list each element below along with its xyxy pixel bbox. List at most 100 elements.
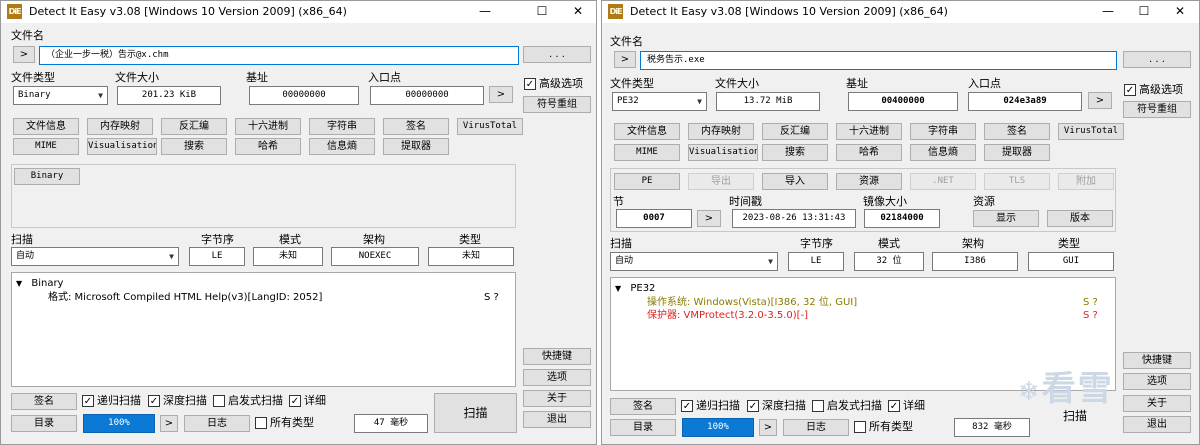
entry-point-field[interactable]: 024e3a89 — [968, 92, 1082, 111]
scan-button[interactable]: 扫描 — [1034, 397, 1116, 437]
entropy-button[interactable]: 信息熵 — [910, 144, 976, 161]
signatures-button[interactable]: 签名 — [383, 118, 449, 135]
history-arrow-button[interactable]: > — [13, 46, 35, 63]
progress-arrow-button[interactable]: > — [160, 415, 178, 432]
visualisation-button[interactable]: Visualisation — [87, 138, 157, 155]
verbose-checkbox[interactable]: ✓ — [289, 395, 301, 407]
file-name-label: 文件名 — [11, 29, 44, 42]
shortcuts-button[interactable]: 快捷键 — [1123, 352, 1191, 369]
search-button[interactable]: 搜索 — [161, 138, 227, 155]
browse-button[interactable]: . . . — [523, 46, 591, 63]
scan-button[interactable]: 扫描 — [434, 393, 517, 433]
pe-button[interactable]: PE — [614, 173, 680, 190]
imports-button[interactable]: 导入 — [762, 173, 828, 190]
memory-map-button[interactable]: 内存映射 — [87, 118, 153, 135]
virustotal-button[interactable]: VirusTotal — [457, 118, 523, 135]
log-button[interactable]: 日志 — [783, 419, 849, 436]
exit-button[interactable]: 退出 — [1123, 416, 1191, 433]
virustotal-button[interactable]: VirusTotal — [1058, 123, 1124, 140]
hex-button[interactable]: 十六进制 — [836, 123, 902, 140]
recursive-checkbox[interactable]: ✓ — [82, 395, 94, 407]
strings-button[interactable]: 字符串 — [309, 118, 375, 135]
log-button[interactable]: 日志 — [184, 415, 250, 432]
expand-icon[interactable]: ▼ — [16, 279, 22, 288]
file-name-label: 文件名 — [610, 35, 643, 48]
heuristic-checkbox[interactable] — [812, 400, 824, 412]
close-button[interactable]: ✕ — [556, 1, 596, 23]
tree-root-row[interactable]: ▼ Binary — [16, 277, 63, 290]
verbose-checkbox[interactable]: ✓ — [888, 400, 900, 412]
exit-button[interactable]: 退出 — [523, 411, 591, 428]
tree-protector-row[interactable]: 保护器: VMProtect(3.2.0-3.5.0)[-] — [647, 309, 808, 322]
chevron-down-icon: ▼ — [768, 257, 773, 266]
memory-map-button[interactable]: 内存映射 — [688, 123, 754, 140]
base-address-field[interactable]: 00000000 — [249, 86, 359, 105]
file-type-select[interactable]: PE32 ▼ — [612, 92, 707, 111]
symbol-reorg-button[interactable]: 符号重组 — [1123, 101, 1191, 118]
entry-point-label: 入口点 — [968, 77, 1001, 90]
entry-point-arrow-button[interactable]: > — [489, 86, 513, 103]
mime-button[interactable]: MIME — [614, 144, 680, 161]
version-button[interactable]: 版本 — [1047, 210, 1113, 227]
endian-field: LE — [788, 252, 844, 271]
all-types-checkbox[interactable] — [255, 417, 267, 429]
tree-os-row[interactable]: 操作系统: Windows(Vista)[I386, 32 位, GUI] — [647, 296, 857, 309]
scan-mode-select[interactable]: 自动 ▼ — [11, 247, 179, 266]
deep-checkbox[interactable]: ✓ — [747, 400, 759, 412]
sections-arrow-button[interactable]: > — [697, 210, 721, 227]
directory-button[interactable]: 目录 — [610, 419, 676, 436]
all-types-label: 所有类型 — [869, 420, 913, 433]
extractor-button[interactable]: 提取器 — [984, 144, 1050, 161]
close-button[interactable]: ✕ — [1158, 1, 1199, 23]
visualisation-button[interactable]: Visualisation — [688, 144, 758, 161]
file-type-select[interactable]: Binary ▼ — [13, 86, 108, 105]
entry-point-label: 入口点 — [368, 71, 401, 84]
mime-button[interactable]: MIME — [13, 138, 79, 155]
options-button[interactable]: 选项 — [523, 369, 591, 386]
app-logo-icon: DiE — [7, 4, 22, 19]
file-path-input[interactable]: （企业一步一税）告示@x.chm — [39, 46, 519, 65]
about-button[interactable]: 关于 — [1123, 395, 1191, 412]
file-path-input[interactable]: 税务告示.exe — [640, 51, 1117, 70]
shortcuts-button[interactable]: 快捷键 — [523, 348, 591, 365]
directory-button[interactable]: 目录 — [11, 415, 77, 432]
scan-mode-select[interactable]: 自动 ▼ — [610, 252, 778, 271]
history-arrow-button[interactable]: > — [614, 51, 636, 68]
deep-checkbox[interactable]: ✓ — [148, 395, 160, 407]
hash-button[interactable]: 哈希 — [836, 144, 902, 161]
all-types-checkbox[interactable] — [854, 421, 866, 433]
expand-icon[interactable]: ▼ — [615, 284, 621, 293]
progress-arrow-button[interactable]: > — [759, 419, 777, 436]
advanced-checkbox[interactable]: ✓ — [1124, 84, 1136, 96]
search-button[interactable]: 搜索 — [762, 144, 828, 161]
minimize-button[interactable]: — — [463, 1, 507, 23]
advanced-checkbox[interactable]: ✓ — [524, 78, 536, 90]
binary-button[interactable]: Binary — [14, 168, 80, 185]
entry-point-field[interactable]: 00000000 — [370, 86, 484, 105]
extractor-button[interactable]: 提取器 — [383, 138, 449, 155]
resources-button[interactable]: 资源 — [836, 173, 902, 190]
tree-format-row[interactable]: 格式: Microsoft Compiled HTML Help(v3)[Lan… — [48, 291, 322, 304]
recursive-checkbox[interactable]: ✓ — [681, 400, 693, 412]
strings-button[interactable]: 字符串 — [910, 123, 976, 140]
heuristic-checkbox[interactable] — [213, 395, 225, 407]
about-button[interactable]: 关于 — [523, 390, 591, 407]
die-window-right: DiE Detect It Easy v3.08 [Windows 10 Ver… — [601, 0, 1200, 445]
hash-button[interactable]: 哈希 — [235, 138, 301, 155]
signatures-bottom-button[interactable]: 签名 — [11, 393, 77, 410]
entry-point-arrow-button[interactable]: > — [1088, 92, 1112, 109]
disassembly-button[interactable]: 反汇编 — [762, 123, 828, 140]
file-info-button[interactable]: 文件信息 — [614, 123, 680, 140]
browse-button[interactable]: . . . — [1123, 51, 1191, 68]
symbol-reorg-button[interactable]: 符号重组 — [523, 96, 591, 113]
disassembly-button[interactable]: 反汇编 — [161, 118, 227, 135]
entropy-button[interactable]: 信息熵 — [309, 138, 375, 155]
tree-root-row[interactable]: ▼ PE32 — [615, 282, 655, 295]
file-info-button[interactable]: 文件信息 — [13, 118, 79, 135]
base-address-field[interactable]: 00400000 — [848, 92, 958, 111]
signatures-button[interactable]: 签名 — [984, 123, 1050, 140]
hex-button[interactable]: 十六进制 — [235, 118, 301, 135]
display-button[interactable]: 显示 — [973, 210, 1039, 227]
options-button[interactable]: 选项 — [1123, 373, 1191, 390]
signatures-bottom-button[interactable]: 签名 — [610, 398, 676, 415]
